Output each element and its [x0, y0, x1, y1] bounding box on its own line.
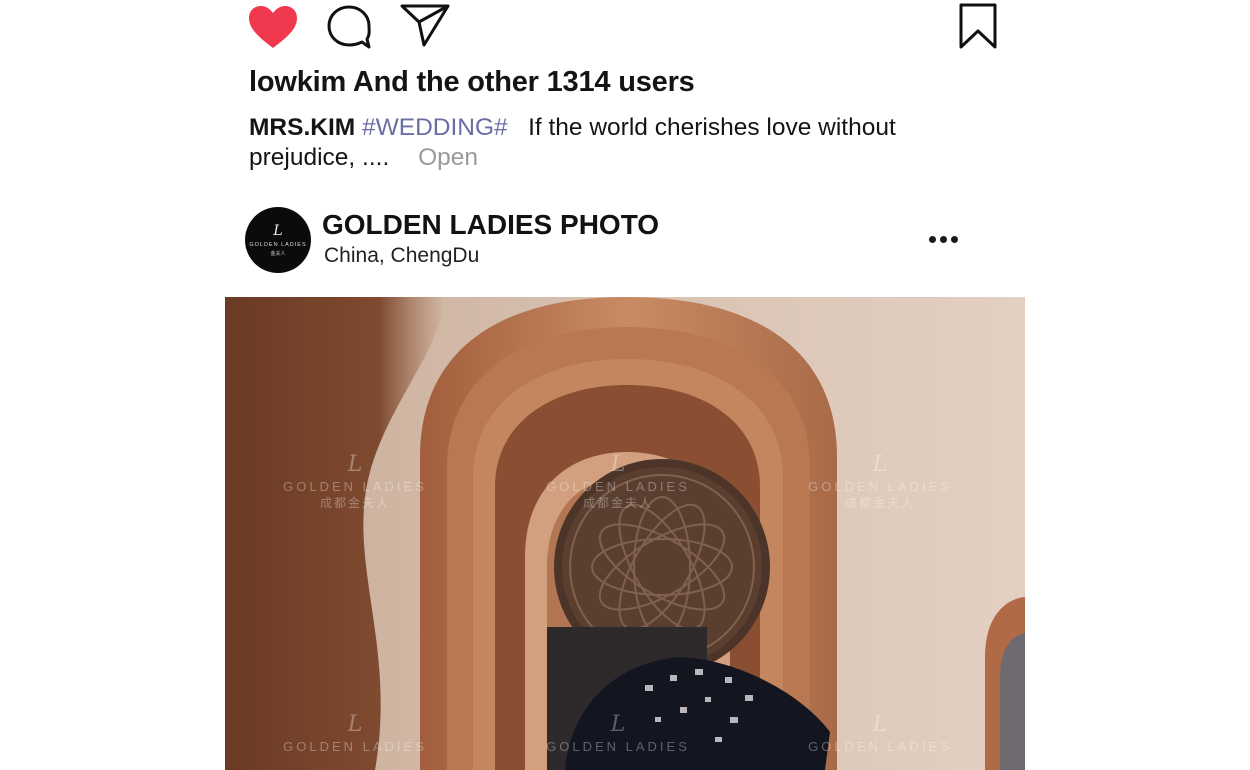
bookmark-icon[interactable]: [958, 3, 998, 54]
avatar-monogram: L: [273, 223, 283, 239]
avatar[interactable]: L GOLDEN LADIES 金夫人: [245, 207, 311, 273]
location-label[interactable]: China, ChengDu: [324, 244, 479, 268]
post-caption: MRS.KIM #WEDDING# If the world cherishes…: [249, 113, 929, 173]
post-photo[interactable]: L GOLDEN LADIES 成都金夫人 L GOLDEN LADIES 成都…: [225, 297, 1025, 770]
location-country: China,: [324, 244, 385, 267]
heart-icon[interactable]: [247, 4, 299, 55]
avatar-chinese: 金夫人: [270, 251, 286, 257]
caption-author[interactable]: MRS.KIM: [249, 114, 355, 141]
more-dots-icon[interactable]: [925, 226, 961, 254]
likes-count[interactable]: lowkim And the other 1314 users: [249, 66, 695, 99]
account-name[interactable]: GOLDEN LADIES PHOTO: [322, 209, 659, 241]
location-city: ChengDu: [390, 244, 480, 267]
caption-open-link[interactable]: Open: [418, 144, 478, 171]
caption-hashtag[interactable]: #WEDDING#: [362, 114, 508, 141]
avatar-brand: GOLDEN LADIES: [249, 242, 307, 248]
send-icon[interactable]: [400, 3, 450, 52]
comment-icon[interactable]: [326, 4, 372, 55]
